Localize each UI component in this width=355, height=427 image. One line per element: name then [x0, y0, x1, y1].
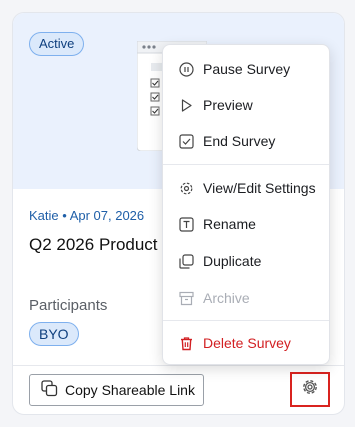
menu-item-view-edit-settings[interactable]: View/Edit Settings — [163, 173, 329, 203]
menu-item-delete-survey[interactable]: Delete Survey — [163, 328, 329, 358]
menu-item-label: View/Edit Settings — [203, 180, 316, 196]
play-icon — [179, 98, 194, 113]
copy-icon — [41, 380, 58, 400]
menu-item-label: Rename — [203, 216, 256, 232]
copy-shareable-link-button[interactable]: Copy Shareable Link — [29, 374, 204, 406]
survey-title[interactable]: Q2 2026 Product — [29, 235, 175, 255]
text-icon — [179, 216, 194, 232]
menu-divider — [163, 320, 329, 321]
duplicate-icon — [179, 253, 194, 269]
check-square-icon — [179, 133, 194, 149]
pause-icon — [179, 61, 194, 77]
menu-item-label: Delete Survey — [203, 335, 291, 351]
trash-icon — [179, 336, 194, 351]
menu-item-label: Preview — [203, 97, 253, 113]
menu-divider — [163, 164, 329, 165]
menu-item-label: Archive — [203, 290, 250, 306]
participants-label: Participants — [29, 297, 108, 314]
participants-badge: BYO — [29, 322, 79, 346]
copy-link-label: Copy Shareable Link — [65, 382, 195, 398]
menu-item-label: End Survey — [203, 133, 276, 149]
menu-item-archive[interactable]: Archive — [163, 283, 329, 313]
menu-item-pause-survey[interactable]: Pause Survey — [163, 54, 329, 84]
archive-icon — [179, 291, 194, 306]
menu-item-rename[interactable]: Rename — [163, 209, 329, 239]
menu-item-end-survey[interactable]: End Survey — [163, 126, 329, 156]
settings-gear-button[interactable] — [290, 372, 330, 407]
gear-icon — [300, 377, 320, 402]
menu-item-duplicate[interactable]: Duplicate — [163, 246, 329, 276]
gear-icon — [179, 181, 194, 196]
status-badge: Active — [29, 32, 85, 56]
card-footer-divider — [13, 365, 344, 366]
menu-item-preview[interactable]: Preview — [163, 90, 329, 120]
survey-actions-menu: Pause Survey Preview End Survey View/Edi… — [162, 44, 330, 365]
menu-item-label: Duplicate — [203, 253, 262, 269]
menu-item-label: Pause Survey — [203, 61, 291, 77]
survey-meta: Katie • Apr 07, 2026 — [29, 208, 145, 223]
